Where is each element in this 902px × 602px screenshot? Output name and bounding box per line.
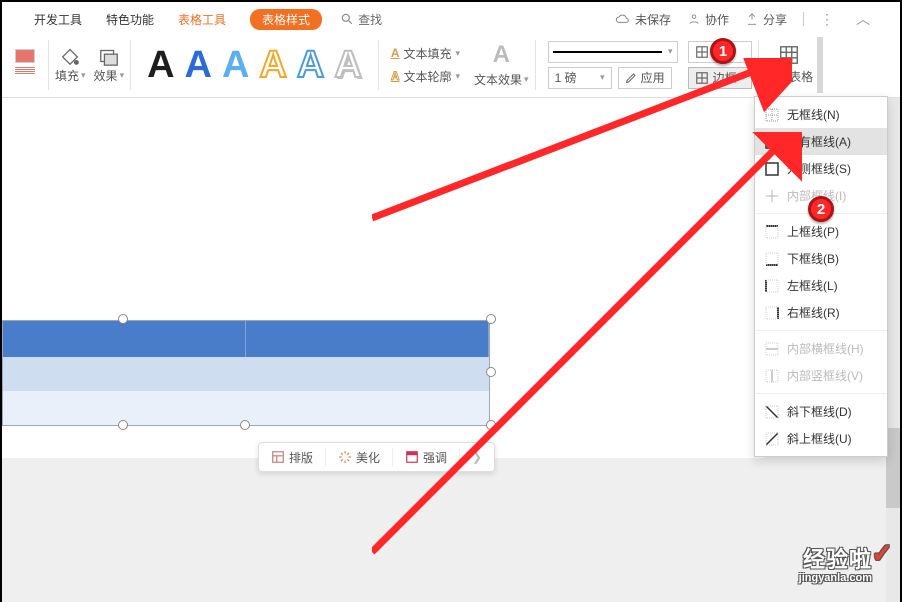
- diag-down-icon: [765, 405, 779, 419]
- check-icon: ✓: [871, 538, 894, 569]
- watermark: 经验啦✓ jingyanla.com: [799, 542, 872, 584]
- text-fill-icon: A: [391, 46, 400, 60]
- bottom-border-icon: [765, 252, 779, 266]
- text-outline-dropdown[interactable]: A 文本轮廓▾: [391, 68, 460, 85]
- menu-features[interactable]: 特色功能: [106, 11, 154, 28]
- eraser-icon: [778, 44, 800, 66]
- text-style-2[interactable]: A: [185, 46, 212, 84]
- menu-dev-tools[interactable]: 开发工具: [34, 11, 82, 28]
- vertical-scrollbar[interactable]: [886, 98, 900, 602]
- collab-icon: [687, 12, 701, 26]
- cloud-icon: [615, 13, 631, 25]
- fill-bucket-icon: [59, 45, 81, 67]
- right-border-icon: [765, 306, 779, 320]
- menu-table-tools[interactable]: 表格工具: [178, 11, 226, 28]
- effect-dropdown[interactable]: 效果▾: [94, 45, 125, 84]
- menu-diag-up[interactable]: 斜上框线(U): [755, 425, 887, 452]
- collapse-icon[interactable]: ︿: [856, 9, 870, 29]
- text-style-4[interactable]: A: [259, 46, 286, 84]
- menu-top-border[interactable]: 上框线(P): [755, 218, 887, 245]
- annotation-badge-2: 2: [808, 196, 834, 222]
- layout-icon: [271, 450, 285, 464]
- selection-handle[interactable]: [486, 367, 496, 377]
- search-button[interactable]: 查找: [340, 11, 382, 28]
- separator: [803, 12, 804, 26]
- clear-table-button[interactable]: 清除表格: [765, 44, 813, 85]
- fill-dropdown[interactable]: 填充▾: [55, 45, 86, 84]
- ribbon-scrollbar[interactable]: [817, 37, 823, 93]
- text-style-6[interactable]: A: [334, 46, 361, 84]
- menu-no-border[interactable]: 无框线(N): [755, 101, 887, 128]
- more-icon[interactable]: ⋮: [820, 11, 834, 28]
- border-grid-icon: [695, 45, 709, 59]
- context-toolbar[interactable]: 排版 美化 强调 ❯: [258, 442, 495, 472]
- text-effect-dropdown[interactable]: A 文本效果▾: [474, 41, 529, 88]
- ribbon: 填充▾ 效果▾ A A A A A A A 文本填充▾ A 文本轮廓▾: [2, 32, 900, 98]
- text-style-5[interactable]: A: [297, 46, 324, 84]
- table-row[interactable]: [3, 357, 489, 391]
- expand-button[interactable]: ❯: [460, 450, 494, 464]
- selection-handle[interactable]: [118, 314, 128, 324]
- table-row[interactable]: [3, 321, 489, 357]
- scrollbar-thumb[interactable]: [886, 428, 900, 508]
- line-style-dropdown[interactable]: ▾: [548, 41, 678, 63]
- menu-bottom-border[interactable]: 下框线(B): [755, 245, 887, 272]
- menu-right-border[interactable]: 右框线(R): [755, 299, 887, 326]
- inside-h-icon: [765, 342, 779, 356]
- inside-border-icon: [765, 189, 779, 203]
- border-menu: 无框线(N) 所有框线(A) 外侧框线(S) 内部框线(I) 上框线(P) 下框…: [754, 96, 888, 457]
- fill-color-swatch[interactable]: [15, 49, 35, 63]
- inside-v-icon: [765, 369, 779, 383]
- fill-lines-icon: [15, 67, 35, 79]
- text-style-1[interactable]: A: [147, 46, 174, 84]
- search-icon: [340, 12, 358, 26]
- annotation-badge-1: 1: [710, 38, 736, 64]
- menubar: 开发工具 特色功能 表格工具 表格样式 查找 未保存 协作 分享 ⋮ ︿: [2, 6, 900, 32]
- text-style-gallery[interactable]: A A A A A A: [137, 46, 372, 84]
- menu-inside-h-border: 内部横框线(H): [755, 335, 887, 362]
- line-weight-dropdown[interactable]: 1 磅▾: [548, 67, 612, 89]
- menu-all-borders[interactable]: 所有框线(A): [755, 128, 887, 155]
- beautify-button[interactable]: 美化: [326, 449, 392, 466]
- selection-handle[interactable]: [486, 420, 496, 430]
- menu-inside-v-border: 内部竖框线(V): [755, 362, 887, 389]
- menu-diag-down[interactable]: 斜下框线(D): [755, 398, 887, 425]
- collab-button[interactable]: 协作: [687, 11, 729, 28]
- selection-handle[interactable]: [118, 420, 128, 430]
- text-outline-icon: A: [391, 69, 400, 83]
- sparkle-icon: [338, 450, 352, 464]
- all-border-icon: [765, 135, 779, 149]
- left-border-icon: [765, 279, 779, 293]
- menu-outside-border[interactable]: 外侧框线(S): [755, 155, 887, 182]
- text-style-3[interactable]: A: [222, 46, 249, 84]
- emphasis-icon: [405, 450, 419, 464]
- pen-icon: [625, 72, 637, 84]
- unsaved-indicator[interactable]: 未保存: [615, 11, 671, 28]
- apply-button[interactable]: 应用: [618, 67, 672, 89]
- diag-up-icon: [765, 432, 779, 446]
- menu-table-style[interactable]: 表格样式: [250, 9, 322, 30]
- border-icon: [695, 71, 709, 85]
- effect-icon: [98, 45, 120, 67]
- selection-handle[interactable]: [486, 314, 496, 324]
- selection-handle[interactable]: [240, 420, 250, 430]
- emphasis-button[interactable]: 强调: [393, 449, 459, 466]
- outside-border-icon: [765, 162, 779, 176]
- text-effect-icon: A: [493, 41, 510, 69]
- menu-left-border[interactable]: 左框线(L): [755, 272, 887, 299]
- top-border-icon: [765, 225, 779, 239]
- share-button[interactable]: 分享: [745, 11, 787, 28]
- text-fill-dropdown[interactable]: A 文本填充▾: [391, 45, 460, 62]
- table-object[interactable]: [2, 320, 490, 426]
- share-icon: [745, 12, 759, 26]
- layout-button[interactable]: 排版: [259, 449, 325, 466]
- no-border-icon: [765, 108, 779, 122]
- border-dropdown-button[interactable]: 边框▾: [688, 67, 753, 89]
